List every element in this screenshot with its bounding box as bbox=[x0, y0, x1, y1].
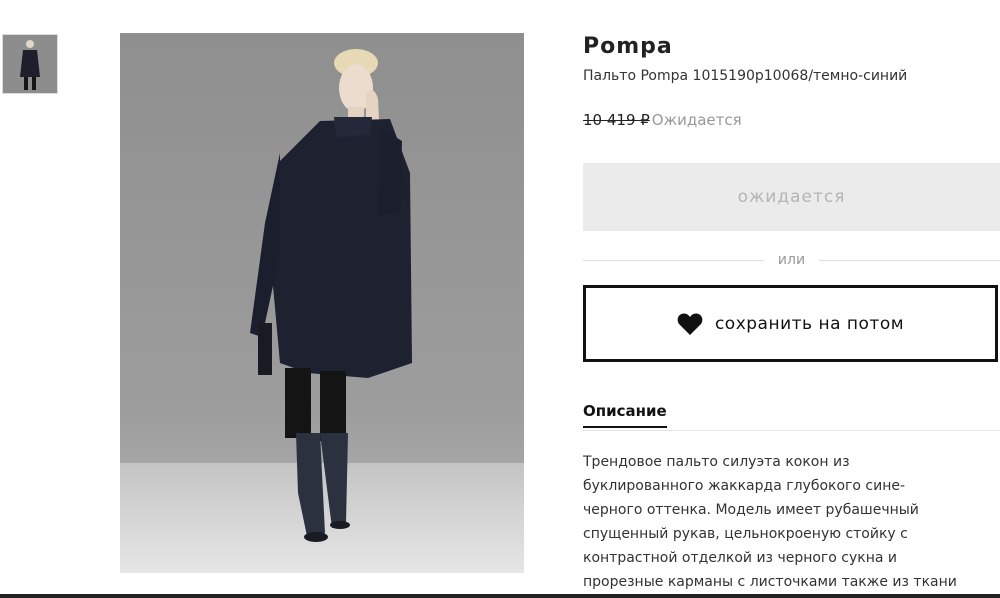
description-line: спущенный рукав, цельнокроеную стойку с bbox=[583, 526, 908, 542]
product-main-image bbox=[120, 33, 524, 573]
description-line: буклированного жаккарда глубокого сине- bbox=[583, 478, 906, 494]
product-brand: Pompa bbox=[583, 34, 673, 59]
thumbnail-figure bbox=[3, 35, 57, 93]
or-divider: или bbox=[583, 250, 1000, 270]
save-for-later-label: сохранить на потом bbox=[714, 313, 905, 334]
product-tabs: Описание bbox=[583, 402, 1000, 431]
model-figure bbox=[250, 49, 412, 542]
bottom-bar bbox=[0, 594, 1000, 598]
tab-description[interactable]: Описание bbox=[583, 402, 667, 428]
heart-icon bbox=[677, 312, 703, 335]
description-line: черного оттенка. Модель имеет рубашечный bbox=[583, 502, 919, 518]
or-label: или bbox=[777, 252, 806, 268]
product-description: Трендовое пальто силуэта кокон из буклир… bbox=[583, 450, 1000, 594]
description-line: Трендовое пальто силуэта кокон из bbox=[583, 454, 850, 470]
thumbnail-image[interactable] bbox=[2, 34, 58, 94]
await-button[interactable]: ожидается bbox=[583, 163, 1000, 231]
save-for-later-button[interactable]: сохранить на потом bbox=[583, 285, 998, 362]
divider-line-right bbox=[819, 259, 1000, 261]
divider-line-left bbox=[583, 259, 764, 261]
price-old: 10 419 ₽ bbox=[583, 111, 650, 129]
description-line: контрастной отделкой из черного сукна и bbox=[583, 550, 898, 566]
price-status: Ожидается bbox=[651, 111, 742, 129]
price-row: 10 419 ₽ Ожидается bbox=[583, 111, 742, 129]
description-line: прорезные карманы с листочками также из … bbox=[583, 574, 957, 590]
product-subtitle: Пальто Pompa 1015190р10068/темно-синий bbox=[583, 68, 908, 84]
